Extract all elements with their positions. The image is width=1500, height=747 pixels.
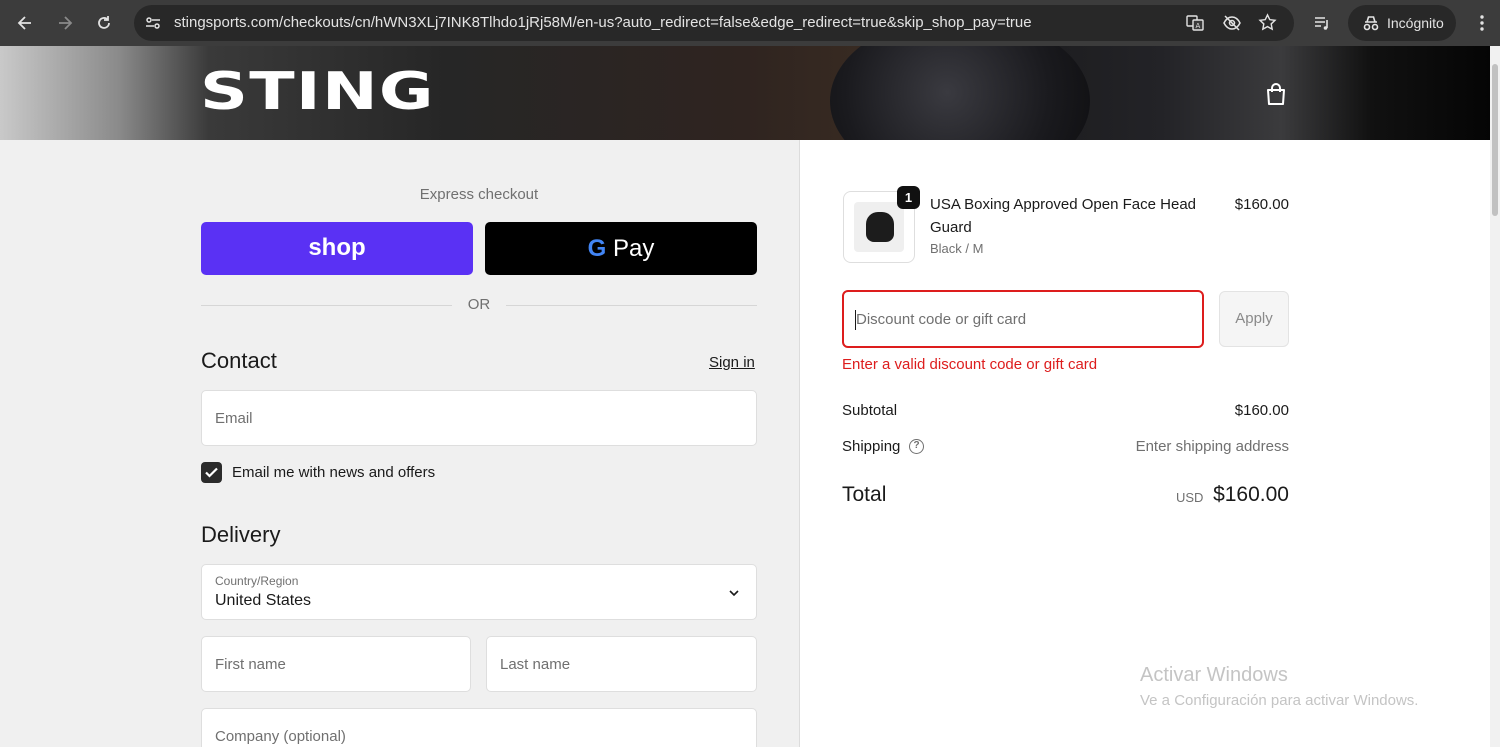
bag-icon[interactable] — [1265, 82, 1287, 111]
google-pay-label: Pay — [612, 235, 655, 262]
country-label: Country/Region — [215, 574, 299, 588]
head-guard-image — [866, 212, 894, 242]
media-icon[interactable] — [1310, 11, 1334, 35]
subtotal-value: $160.00 — [1234, 402, 1289, 419]
help-icon[interactable]: ? — [909, 439, 924, 454]
total-value: $160.00 — [1213, 483, 1289, 506]
divider-left — [201, 305, 452, 306]
express-checkout-title: Express checkout — [419, 186, 539, 203]
discount-code-input[interactable]: Discount code or gift card — [842, 290, 1204, 348]
first-name-placeholder: First name — [215, 656, 286, 673]
total-label: Total — [842, 483, 887, 506]
google-g-icon: G — [587, 235, 607, 262]
currency-code: USD — [1176, 490, 1204, 505]
forward-icon[interactable] — [53, 11, 77, 35]
reload-icon[interactable] — [92, 11, 116, 35]
store-logo[interactable]: STING — [200, 64, 435, 120]
apply-button[interactable]: Apply — [1219, 291, 1289, 347]
chevron-down-icon — [728, 586, 740, 604]
sign-in-link[interactable]: Sign in — [709, 354, 755, 371]
company-placeholder: Company (optional) — [215, 728, 346, 745]
product-name: USA Boxing Approved Open Face Head Guard — [930, 196, 1197, 236]
page-scrollbar[interactable] — [1490, 46, 1500, 747]
svg-text:A: A — [1196, 22, 1201, 30]
company-field[interactable]: Company (optional) — [201, 708, 757, 747]
shipping-label: Shipping — [842, 438, 901, 455]
address-bar[interactable]: stingsports.com/checkouts/cn/hWN3XLj7INK… — [134, 5, 1294, 41]
country-select[interactable]: Country/Region United States — [201, 564, 757, 620]
incognito-icon — [1362, 15, 1380, 34]
last-name-field[interactable]: Last name — [486, 636, 757, 692]
contact-heading: Contact — [201, 348, 277, 373]
discount-error: Enter a valid discount code or gift card — [842, 356, 1098, 373]
more-icon[interactable] — [1470, 11, 1494, 35]
product-variant: Black / M — [930, 241, 984, 256]
discount-placeholder: Discount code or gift card — [856, 311, 1027, 328]
order-summary: 1 USA Boxing Approved Open Face Head Gua… — [801, 140, 1490, 747]
activate-windows-title: Activar Windows — [1140, 664, 1288, 686]
site-info-icon[interactable] — [144, 14, 162, 37]
newsletter-checkbox[interactable] — [201, 462, 222, 483]
scrollbar-thumb[interactable] — [1492, 64, 1498, 216]
store-header: STING — [0, 46, 1490, 140]
country-value: United States — [215, 592, 312, 609]
eye-off-icon[interactable] — [1222, 14, 1242, 37]
check-icon — [205, 467, 218, 478]
divider-right — [506, 305, 757, 306]
star-icon[interactable] — [1258, 13, 1277, 37]
activate-windows-subtitle: Ve a Configuración para activar Windows. — [1140, 692, 1419, 709]
quantity-badge: 1 — [897, 186, 920, 209]
incognito-badge[interactable]: Incógnito — [1348, 5, 1456, 41]
browser-toolbar: stingsports.com/checkouts/cn/hWN3XLj7INK… — [0, 0, 1500, 46]
url-text[interactable]: stingsports.com/checkouts/cn/hWN3XLj7INK… — [174, 14, 1032, 31]
or-label: OR — [467, 296, 491, 313]
incognito-label: Incógnito — [1387, 15, 1444, 31]
last-name-placeholder: Last name — [500, 656, 571, 673]
newsletter-label[interactable]: Email me with news and offers — [232, 464, 435, 481]
product-price: $160.00 — [1234, 196, 1289, 213]
email-placeholder: Email — [215, 410, 253, 427]
email-field[interactable]: Email — [201, 390, 757, 446]
shipping-value: Enter shipping address — [1135, 438, 1289, 455]
back-icon[interactable] — [13, 11, 37, 35]
checkout-form: Express checkout shop G Pay OR Contact S… — [0, 140, 800, 747]
translate-icon[interactable]: A — [1186, 14, 1204, 37]
google-pay-button[interactable]: G Pay — [485, 222, 757, 275]
first-name-field[interactable]: First name — [201, 636, 471, 692]
shop-pay-button[interactable]: shop — [201, 222, 473, 275]
subtotal-label: Subtotal — [842, 402, 898, 419]
delivery-heading: Delivery — [201, 522, 281, 547]
banner-image — [830, 46, 1090, 140]
